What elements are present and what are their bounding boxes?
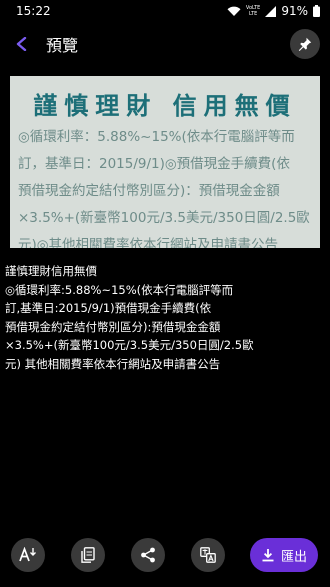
status-icons: VoLTE LTE 91%: [227, 4, 320, 18]
pin-button[interactable]: [290, 29, 320, 59]
chevron-left-icon: [16, 37, 27, 51]
preview-line: 元)◎其他相關費率依本行網站及申請書公告: [18, 237, 279, 248]
bottom-action-bar: 匯出: [0, 538, 330, 574]
copy-icon: [81, 547, 95, 563]
recognized-text[interactable]: 謹慎理財信用無價 ◎循環利率:5.88%~15%(依本行電腦評等而 訂,基準日:…: [5, 262, 325, 373]
export-label: 匯出: [280, 549, 307, 565]
download-icon: [262, 549, 274, 562]
recognized-line: ◎循環利率:5.88%~15%(依本行電腦評等而: [5, 282, 234, 297]
copy-button[interactable]: [71, 538, 105, 572]
recognized-line: 預借現金約定結付幣別區分):預借現金金額: [5, 319, 221, 334]
text-size-icon: [19, 547, 36, 562]
recognized-line: 訂,基準日:2015/9/1)預借現金手續費(依: [5, 301, 212, 315]
preview-heading: 謹慎理財 信用無價: [33, 91, 297, 120]
translate-button[interactable]: [191, 538, 225, 572]
preview-line: ×3.5%+(新臺幣100元/3.5美元/350日圓/2.5歐: [18, 210, 310, 226]
pin-icon: [298, 37, 312, 51]
status-time: 15:22: [16, 4, 51, 18]
battery-icon: [313, 5, 320, 17]
signal-icon: [265, 5, 277, 17]
preview-line: 預借現金約定結付幣別區分)：預借現金金額: [18, 183, 280, 199]
back-button[interactable]: [8, 30, 36, 58]
recognized-line: 謹慎理財信用無價: [5, 264, 97, 278]
volte-icon: VoLTE LTE: [245, 5, 261, 17]
wifi-icon: [227, 6, 241, 17]
share-button[interactable]: [131, 538, 165, 572]
battery-percent: 91%: [281, 4, 308, 18]
translate-icon: [200, 547, 216, 563]
text-size-button[interactable]: [11, 538, 45, 572]
page-title: 預覽: [46, 36, 79, 55]
share-icon: [141, 547, 155, 563]
recognized-line: ×3.5%+(新臺幣100元/3.5美元/350日圓/2.5歐: [5, 338, 254, 352]
preview-line: ◎循環利率：5.88%~15%(依本行電腦評等而: [18, 129, 295, 145]
preview-text-block: ◎循環利率：5.88%~15%(依本行電腦評等而 訂，基準日：2015/9/1)…: [18, 124, 320, 248]
recognized-line: 元) 其他相關費率依本行網站及申請書公告: [5, 356, 221, 371]
export-button[interactable]: 匯出: [250, 538, 318, 572]
app-bar: 預覽: [0, 22, 330, 66]
captured-image-preview[interactable]: 謹慎理財 信用無價 ◎循環利率：5.88%~15%(依本行電腦評等而 訂，基準日…: [10, 76, 320, 248]
preview-line: 訂，基準日：2015/9/1)◎預借現金手續費(依: [18, 156, 290, 172]
status-bar: 15:22 VoLTE LTE 91%: [0, 0, 330, 22]
